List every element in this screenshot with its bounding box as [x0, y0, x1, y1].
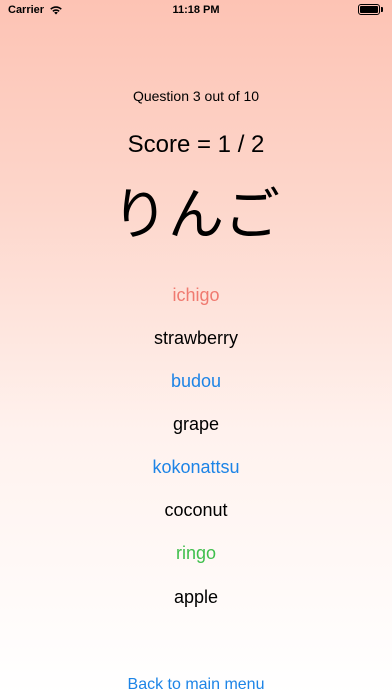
option-romaji[interactable]: ringo — [0, 542, 392, 564]
status-bar: Carrier 11:18 PM — [0, 0, 392, 22]
status-time: 11:18 PM — [172, 4, 220, 16]
battery-icon — [358, 4, 384, 16]
option-romaji[interactable]: ichigo — [0, 284, 392, 306]
back-to-menu-button[interactable]: Back to main menu — [0, 676, 392, 694]
kana-word: りんご — [112, 183, 280, 248]
option-meaning: strawberry — [153, 328, 238, 348]
option-romaji[interactable]: budou — [0, 370, 392, 392]
score-label: Score = 1 / 2 — [127, 131, 265, 158]
option-meaning: grape — [172, 414, 220, 434]
option-romaji[interactable]: kokonattsu — [0, 456, 392, 478]
option-meaning: coconut — [164, 500, 228, 520]
question-counter: Question 3 out of 10 — [132, 88, 260, 104]
option-meaning: apple — [173, 587, 219, 607]
